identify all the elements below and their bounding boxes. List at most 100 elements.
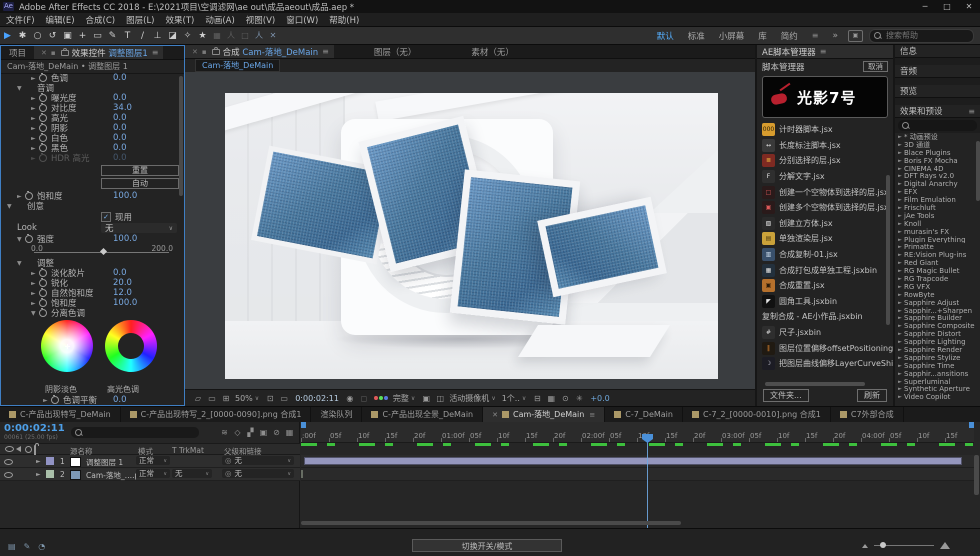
property-row[interactable]: ► 淡化胶片 0.0 [1,268,179,279]
effects-category[interactable]: ► * 动画预设 [895,133,980,141]
menu-item[interactable]: 合成(C) [86,14,116,26]
effects-category[interactable]: ► RowByte [895,291,980,299]
script-list-item[interactable]: ▣ 创建多个空物体到选择的层.jsx [762,200,893,216]
region-of-interest-icon[interactable]: ▭ [277,394,291,403]
expand-arrow-icon[interactable]: ► [31,115,39,122]
effects-category[interactable]: ► Blace Plugins [895,149,980,157]
folder-button[interactable]: 文件夹... [763,388,809,402]
script-list-item[interactable]: □ 创建一个空物体到选择的层.jsx [762,184,893,200]
resolution-select[interactable]: 完整 [393,393,409,404]
grid-guides-icon[interactable]: ⊞ [219,394,233,403]
close-icon[interactable]: ✕ [492,411,498,419]
property-value[interactable]: 100.0 [113,298,137,308]
pickwhip-icon[interactable]: ◎ [225,469,232,478]
tool-button[interactable]: ↺ [45,31,60,41]
property-row[interactable]: ► 曝光度 0.0 [1,93,179,104]
cancel-button[interactable]: 取消 [863,61,888,72]
property-row[interactable]: ► 阴影 0.0 [1,123,179,134]
zoom-slider-track[interactable] [874,542,934,548]
tool-button[interactable]: + [75,31,90,41]
panel-menu-icon[interactable]: ≡ [589,411,595,419]
tool-button[interactable]: ○ [30,31,45,41]
expand-arrow-icon[interactable]: ► [31,270,39,277]
script-list-item[interactable]: ▧ 创建立方体.jsx [762,216,893,232]
layer-name[interactable]: Cam-落地_….png 合成 [86,470,136,481]
blend-mode-dropdown[interactable]: 正常 ∨ [136,456,170,465]
effects-category[interactable]: ► Knoll [895,220,980,228]
expand-arrow-icon[interactable]: ▼ [17,85,25,92]
blend-mode-dropdown[interactable]: 正常 ∨ [136,469,170,478]
property-value[interactable]: 20.0 [113,278,132,288]
effects-category[interactable]: ► RG Magic Bullet [895,267,980,275]
snapshot-icon[interactable]: ◉ [343,394,357,403]
transparency-grid-icon[interactable]: ◫ [433,394,447,403]
property-row[interactable]: ► 对比度 34.0 [1,103,179,114]
property-row[interactable]: ▼ 音调 [1,83,179,94]
composition-viewport[interactable] [185,72,755,390]
scrollbar[interactable] [179,76,183,196]
adobe-cc-icon[interactable]: ▣ [848,29,863,42]
snap-icon[interactable]: ✕ [266,31,280,40]
tool-button[interactable]: ◪ [165,31,180,41]
timeline-nav-icon[interactable]: ▦ [544,394,558,403]
flowchart-view-icon[interactable]: ⊙ [558,394,572,403]
edit-icon[interactable]: ✎ [24,542,31,551]
script-list-item[interactable]: ▣ 合成重置.jsx [762,278,893,294]
effects-category[interactable]: ► Sapphire Lighting [895,338,980,346]
menu-item[interactable]: 文件(F) [6,14,35,26]
tool-button[interactable]: ★ [195,31,210,41]
script-list-item[interactable]: ‖ 图层位置偏移offsetPositioning.jsx [762,340,893,356]
tool-button[interactable]: ✎ [105,31,120,41]
property-value[interactable]: 0.0 [113,143,127,153]
workspace-overflow-icon[interactable]: » [832,31,838,41]
property-row[interactable]: ► 色调 0.0 [1,73,179,84]
help-search[interactable] [869,28,974,43]
layer-name[interactable]: 调整图层 1 [86,457,123,468]
viewer-chip[interactable]: Cam-落地_DeMain [195,59,281,72]
fast-previews-icon[interactable]: ▣ [419,394,433,403]
tab-footage[interactable]: 素材（无） [471,46,514,58]
expand-arrow-icon[interactable]: ▼ [7,203,15,210]
effects-category[interactable]: ► RG Trapcode [895,275,980,283]
tool-button[interactable]: ▭ [90,31,105,41]
script-list-item[interactable]: ≣ 分别选择的层.jsx [762,153,893,169]
expand-arrow-icon[interactable]: ► [17,193,25,200]
stopwatch-icon[interactable] [51,395,59,404]
tool-button[interactable]: T [120,31,135,41]
workspace-tab[interactable]: 默认 [657,30,674,42]
parent-dropdown[interactable]: ◎ 无 ∨ [222,456,294,465]
lock-icon[interactable] [60,47,69,56]
effects-category[interactable]: ► Sapphire Composite [895,322,980,330]
pickwhip-icon[interactable]: ◎ [225,456,232,465]
property-row[interactable]: ▼ 创意 [1,201,179,212]
timeline-tab[interactable]: ✕ 渲染队列 ≡ [311,407,363,422]
menu-item[interactable]: 图层(L) [126,14,154,26]
property-row[interactable]: ► 自然饱和度 12.0 [1,288,179,299]
stopwatch-icon[interactable] [39,288,47,297]
stopwatch-icon[interactable] [39,133,47,142]
show-snapshot-icon[interactable]: ◻ [357,394,371,403]
timeline-search[interactable] [70,427,199,438]
expand-arrow-icon[interactable]: ► [31,145,39,152]
expand-layers-icon[interactable]: ▤ [8,542,16,551]
expand-arrow-icon[interactable]: ▼ [31,310,39,317]
toggle-switches-modes-button[interactable]: 切换开关/模式 [412,539,562,552]
3d-axis-local-icon[interactable]: ▦ [210,31,224,40]
stopwatch-icon[interactable] [39,153,47,162]
expand-arrow-icon[interactable]: ► [31,155,39,162]
layer-row[interactable]: ► 2 Cam-落地_….png 合成 正常 ∨ 无 ∨ [0,468,300,481]
script-list-item[interactable]: ◤ 圆角工具.jsxbin [762,294,893,310]
graph-editor-icon[interactable]: ▦ [283,428,296,437]
monitor-icon[interactable]: ▭ [205,394,219,403]
layer-row[interactable]: ► 1 调整图层 1 正常 ∨ ∨ [0,455,300,468]
menu-item[interactable]: 视图(V) [246,14,275,26]
effects-category[interactable]: ► Frischluft [895,204,980,212]
script-list-item[interactable]: ↔ 长度标注脚本.jsx [762,138,893,154]
eye-icon[interactable] [4,472,13,478]
menu-item[interactable]: 动画(A) [205,14,234,26]
minimize-button[interactable]: ─ [914,0,936,13]
scrollbar[interactable] [974,455,979,495]
timeline-tab[interactable]: ✕ C-产品出现全景_DeMain ≡ [362,407,484,422]
menu-item[interactable]: 窗口(W) [286,14,318,26]
property-value[interactable]: 0.0 [113,268,127,278]
